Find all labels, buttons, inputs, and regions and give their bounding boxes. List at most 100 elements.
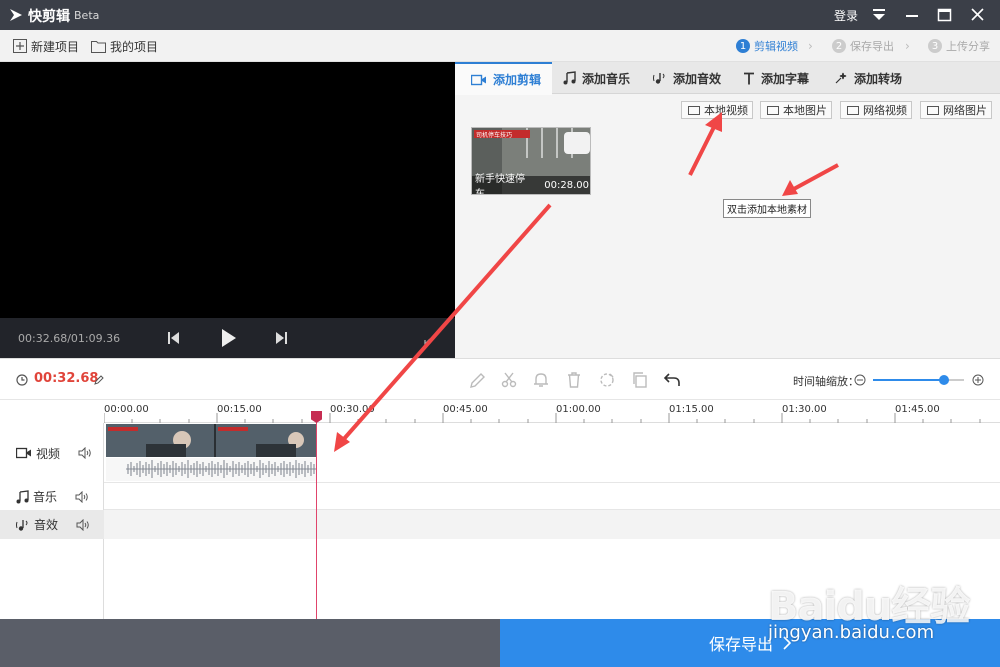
video-camera-icon: [471, 74, 486, 85]
undo-icon[interactable]: [663, 371, 681, 389]
play-icon[interactable]: [221, 328, 237, 348]
chevron-right-icon: ›: [905, 39, 910, 53]
step-label: 上传分享: [946, 40, 990, 53]
tab-label: 添加音乐: [582, 71, 631, 86]
tab-add-music[interactable]: 添加音乐: [547, 62, 630, 94]
chevron-right-icon: ›: [808, 39, 813, 53]
local-image-button[interactable]: 本地图片: [760, 101, 832, 119]
zoom-slider[interactable]: [873, 375, 964, 385]
track-header-music: 音乐: [0, 483, 104, 510]
ruler-tick-label: 00:00.00: [104, 404, 149, 415]
time-ruler[interactable]: 00:00.00 00:15.00 00:30.00 00:45.00 01:0…: [104, 400, 1000, 423]
media-library-panel: 添加剪辑 添加音乐 添加音效 添加字幕 添加转场 本地视频 本地图片 网络视频 …: [455, 62, 1000, 358]
bell-icon[interactable]: [532, 371, 550, 389]
step-edit-video[interactable]: 1 剪辑视频: [736, 38, 798, 54]
tab-add-subtitle[interactable]: 添加字幕: [727, 62, 809, 94]
minimize-icon: [906, 15, 918, 17]
video-clip-frames[interactable]: [106, 424, 316, 457]
button-label: 本地视频: [704, 104, 748, 117]
video-track[interactable]: [104, 423, 1000, 483]
tab-add-sound-effect[interactable]: 添加音效: [637, 62, 721, 94]
zoom-out-icon[interactable]: [854, 374, 866, 386]
music-track[interactable]: [104, 483, 1000, 510]
online-image-button[interactable]: 网络图片: [920, 101, 992, 119]
clip-title: 新手快速停车...: [475, 174, 525, 195]
speaker-icon[interactable]: [78, 447, 92, 459]
new-project-button[interactable]: 新建项目: [13, 38, 79, 54]
step-label: 保存导出: [850, 40, 894, 53]
ruler-tick-label: 00:45.00: [443, 404, 488, 415]
video-track-icon: [16, 447, 31, 459]
maximize-button[interactable]: [929, 0, 959, 30]
zoom-slider-handle[interactable]: [938, 375, 949, 385]
ruler-tick-label: 01:30.00: [782, 404, 827, 415]
image-file-icon: [927, 105, 939, 115]
video-frames-image: [106, 424, 316, 457]
zoom-label: 时间轴缩放：: [793, 375, 859, 388]
add-local-media-tooltip: 双击添加本地素材: [723, 199, 811, 218]
sound-effect-icon: [653, 73, 665, 84]
sound-effect-track[interactable]: [104, 510, 1000, 539]
playback-controls: 00:32.68/01:09.36: [0, 318, 455, 358]
local-video-button[interactable]: 本地视频: [681, 101, 753, 119]
step-save-export[interactable]: 2 保存导出: [832, 38, 894, 54]
scissors-icon[interactable]: [500, 371, 518, 389]
edit-toolbar: 00:32.68 时间轴缩放：: [0, 358, 1000, 400]
zoom-slider-fill: [873, 379, 944, 381]
step-number: 3: [928, 39, 942, 53]
preview-timecode: 00:32.68/01:09.36: [18, 332, 121, 345]
media-clip-thumbnail[interactable]: 司机停车技巧 新手快速停车... 00:28.00: [471, 127, 591, 195]
title-bar: 快剪辑 Beta 登录: [0, 0, 1000, 30]
next-frame-icon[interactable]: [275, 331, 287, 345]
my-projects-button[interactable]: 我的项目: [91, 38, 158, 54]
menu-bar: 新建项目 我的项目 1 剪辑视频 › 2 保存导出 › 3 上传分享: [0, 30, 1000, 62]
close-button[interactable]: [962, 0, 992, 30]
image-file-icon: [767, 105, 779, 115]
online-video-button[interactable]: 网络视频: [840, 101, 912, 119]
track-label: 音效: [34, 518, 59, 532]
clock-icon: [16, 374, 28, 386]
current-time: 00:32.68: [34, 371, 99, 386]
login-link[interactable]: 登录: [834, 7, 858, 24]
button-label: 网络视频: [863, 104, 907, 117]
button-label: 网络图片: [943, 104, 987, 117]
step-upload-share[interactable]: 3 上传分享: [928, 38, 990, 54]
transition-icon: [835, 72, 847, 84]
video-preview[interactable]: 00:32.68/01:09.36: [0, 62, 455, 358]
app-logo-icon: [10, 9, 22, 21]
video-file-icon: [847, 105, 859, 115]
folder-icon: [91, 40, 106, 53]
step-number: 1: [736, 39, 750, 53]
step-number: 2: [832, 39, 846, 53]
clip-duration: 00:28.00: [544, 179, 589, 191]
clip-overlay-text: 司机停车技巧: [476, 132, 513, 139]
tab-label: 添加字幕: [761, 71, 810, 86]
menu-dropdown-icon: [873, 9, 885, 20]
minimize-button[interactable]: [897, 0, 927, 30]
crop-icon[interactable]: [598, 371, 616, 389]
edit-pencil-icon[interactable]: [469, 371, 487, 389]
zoom-in-icon[interactable]: [972, 374, 984, 386]
tab-add-clip[interactable]: 添加剪辑: [455, 62, 552, 95]
speaker-icon[interactable]: [76, 518, 90, 531]
baidu-jingyan-watermark: Baidu经验 jingyan.baidu.com: [764, 560, 1000, 650]
audio-waveform: [106, 458, 316, 481]
watermark-url: jingyan.baidu.com: [768, 622, 935, 643]
maximize-icon: [937, 8, 952, 22]
playhead-line[interactable]: [316, 412, 317, 619]
delete-icon[interactable]: [565, 371, 583, 389]
tab-add-transition[interactable]: 添加转场: [818, 62, 902, 94]
ruler-tick-label: 01:15.00: [669, 404, 714, 415]
step-label: 剪辑视频: [754, 40, 798, 53]
previous-frame-icon[interactable]: [168, 331, 180, 345]
dropdown-menu-button[interactable]: [864, 0, 894, 30]
new-project-label: 新建项目: [31, 39, 80, 54]
track-header-video: 视频: [0, 423, 104, 483]
speaker-icon[interactable]: [75, 490, 89, 503]
copy-icon[interactable]: [631, 371, 649, 389]
my-projects-label: 我的项目: [110, 39, 159, 54]
fullscreen-icon[interactable]: [424, 331, 438, 345]
edit-time-pencil-icon[interactable]: [94, 375, 104, 385]
track-header-sound-effect: 音效: [0, 510, 104, 539]
new-project-icon: [13, 39, 27, 53]
